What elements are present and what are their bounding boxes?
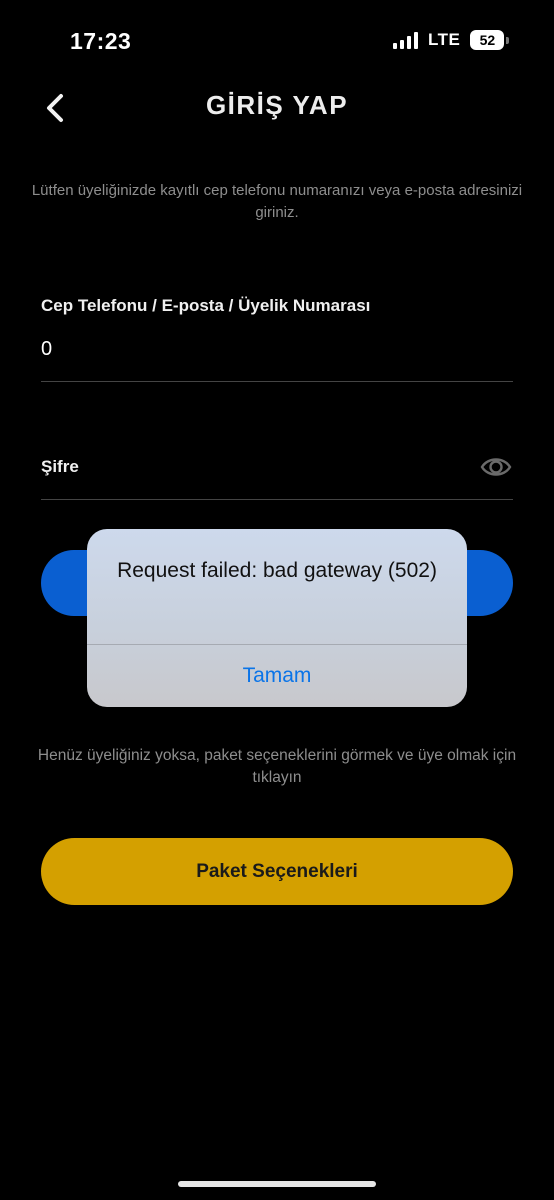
packages-button-label: Paket Seçenekleri — [196, 860, 358, 882]
cellular-signal-icon — [393, 31, 418, 49]
signup-hint-text: Henüz üyeliğiniz yoksa, paket seçenekler… — [37, 747, 517, 786]
battery-tip — [506, 36, 510, 44]
page-title: GİRİŞ YAP — [205, 90, 349, 120]
eye-icon[interactable] — [480, 453, 512, 481]
identifier-underline — [41, 381, 513, 382]
identifier-label: Cep Telefonu / E-posta / Üyelik Numarası — [41, 296, 371, 315]
network-type: LTE — [428, 30, 461, 49]
home-indicator[interactable] — [178, 1181, 376, 1187]
alert-message: Request failed: bad gateway (502) — [117, 559, 437, 582]
password-underline — [41, 499, 513, 500]
status-indicators: LTE 52 — [393, 30, 510, 50]
chevron-left-icon — [47, 94, 63, 122]
instructions-text: Lütfen üyeliğinizde kayıtlı cep telefonu… — [31, 182, 523, 221]
password-label[interactable]: Şifre — [41, 457, 79, 477]
battery-level: 52 — [479, 32, 496, 48]
login-screen: 17:23 LTE 52 GİRİŞ YAP Lütfen üyeliğiniz… — [0, 0, 554, 1200]
alert-ok-button[interactable]: Tamam — [87, 645, 467, 707]
battery-icon: 52 — [470, 30, 505, 50]
packages-button[interactable]: Paket Seçenekleri — [41, 838, 513, 905]
identifier-input[interactable]: 0 — [41, 338, 52, 361]
status-time: 17:23 — [70, 28, 132, 54]
error-alert: Request failed: bad gateway (502) Tamam — [87, 529, 467, 707]
back-button[interactable] — [40, 90, 70, 126]
